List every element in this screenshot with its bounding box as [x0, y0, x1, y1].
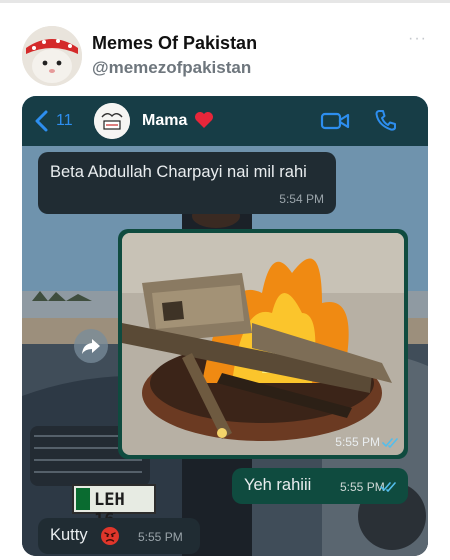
chat-header: 11 Mama [22, 96, 428, 146]
video-call-icon[interactable] [320, 110, 350, 132]
fire-photo [122, 233, 404, 455]
plate-flag [76, 488, 90, 510]
message-outgoing[interactable]: Yeh rahiii 5:55 PM [232, 468, 408, 504]
voice-call-icon[interactable] [374, 108, 398, 132]
contact-photo-icon [94, 103, 130, 139]
message-incoming[interactable]: Beta Abdullah Charpayi nai mil rahi 5:54… [38, 152, 336, 214]
forward-arrow-icon [82, 339, 100, 354]
read-receipt-icon [380, 482, 396, 492]
author-name[interactable]: Memes Of Pakistan [92, 33, 257, 54]
chat-screenshot[interactable]: LEH 16 11 Mama Beta Abdullah Charpayi n [22, 96, 428, 556]
angry-face-icon [101, 527, 119, 545]
cat-avatar-icon [22, 26, 82, 86]
message-text: Beta Abdullah Charpayi nai mil rahi [50, 163, 307, 181]
photo-burning-charpayi[interactable] [122, 233, 404, 455]
message-time: 5:55 PM [340, 480, 385, 494]
message-time: 5:55 PM [335, 435, 380, 449]
author-handle[interactable]: @memezofpakistan [92, 58, 251, 78]
unread-count[interactable]: 11 [56, 112, 73, 130]
license-plate: LEH 16 [72, 484, 156, 530]
message-text: Kutty [50, 526, 88, 544]
message-incoming[interactable]: Kutty 5:55 PM [38, 518, 200, 554]
message-text: Yeh rahiii [244, 476, 312, 494]
message-outgoing-photo[interactable]: 5:55 PM [118, 229, 408, 459]
forward-button[interactable] [74, 329, 108, 363]
red-heart-icon [195, 112, 213, 128]
message-time: 5:55 PM [138, 530, 183, 544]
more-options-icon[interactable]: ··· [408, 30, 427, 48]
read-receipt-icon [382, 438, 398, 448]
contact-avatar[interactable] [94, 103, 130, 139]
author-avatar[interactable] [22, 26, 82, 86]
back-chevron-icon[interactable] [32, 109, 50, 133]
message-time: 5:54 PM [279, 192, 324, 206]
top-divider [0, 0, 450, 3]
contact-name[interactable]: Mama [142, 112, 187, 130]
